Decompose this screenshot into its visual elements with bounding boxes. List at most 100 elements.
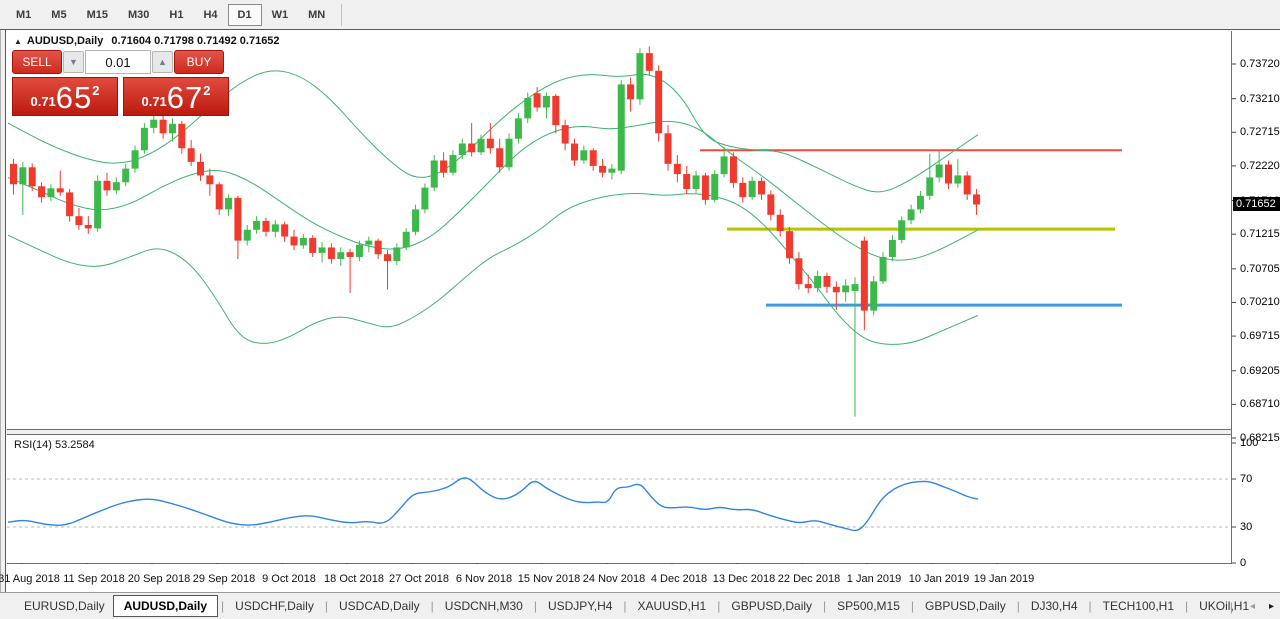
time-axis-label: 6 Nov 2018 <box>455 573 513 585</box>
candle-body <box>804 284 812 289</box>
candle-body <box>814 275 822 289</box>
candle-body <box>608 168 616 173</box>
candle-body <box>271 224 279 232</box>
sell-button[interactable]: SELL <box>12 50 62 74</box>
current-price-tag: 0.71652 <box>1233 197 1280 212</box>
tab-scroll-left-icon[interactable]: ◂ <box>1250 601 1255 612</box>
tab-scroll-right-icon[interactable]: ▸ <box>1269 601 1274 612</box>
timeframe-H1[interactable]: H1 <box>159 4 193 26</box>
timeframe-W1[interactable]: W1 <box>262 4 299 26</box>
candle-body <box>197 161 204 176</box>
candle-body <box>47 188 55 198</box>
candle-body <box>842 285 850 293</box>
chart-tab-AUDUSD-Daily[interactable]: AUDUSD,Daily <box>112 595 219 617</box>
timeframe-M1[interactable]: M1 <box>6 4 41 26</box>
chart-tab-USDCAD-Daily[interactable]: USDCAD,Daily <box>331 595 428 617</box>
chart-tab-USDJPY-H4[interactable]: USDJPY,H4 <box>540 595 620 617</box>
candle-body <box>309 237 317 253</box>
tab-separator: | <box>533 599 537 613</box>
time-axis-label: 10 Jan 2019 <box>908 573 970 585</box>
chart-tab-USDCHF-Daily[interactable]: USDCHF,Daily <box>227 595 322 617</box>
timeframe-MN[interactable]: MN <box>298 4 335 26</box>
candle-body <box>767 194 775 215</box>
collapse-panel-icon[interactable]: ▲ <box>14 37 22 46</box>
candle-body <box>580 150 588 161</box>
candle-body <box>290 236 298 246</box>
candle-body <box>524 97 532 119</box>
candle-body <box>963 175 971 195</box>
lot-size-input[interactable] <box>85 50 151 74</box>
candle-body <box>440 160 448 173</box>
buy-price-box[interactable]: 0.71 67 2 <box>123 77 229 116</box>
candle-body <box>430 160 438 188</box>
candle-body <box>131 150 139 169</box>
price-axis-label: 0.69205 <box>1240 364 1280 377</box>
price-axis-label: 0.68710 <box>1240 398 1280 411</box>
candle-body <box>636 53 644 100</box>
candle-body <box>786 231 794 259</box>
candle-body <box>187 148 195 162</box>
candle-body <box>28 167 36 187</box>
candle-body <box>599 165 607 173</box>
tab-separator: | <box>1229 599 1233 614</box>
candle-body <box>673 163 681 175</box>
candle-body <box>664 133 672 164</box>
lot-decrease-button[interactable]: ▼ <box>63 51 84 73</box>
candle-body <box>318 247 326 253</box>
rsi-scale-label: 100 <box>1240 437 1259 449</box>
candle-body <box>720 156 728 175</box>
candle-body <box>215 184 223 210</box>
buy-price-big-digits: 67 <box>166 80 204 115</box>
candle-body <box>374 240 382 255</box>
candle-body <box>589 150 597 166</box>
candle-body <box>412 209 420 232</box>
tab-separator: | <box>823 599 827 613</box>
candle-body <box>739 182 747 198</box>
chart-tab-GBPUSD-Daily[interactable]: GBPUSD,Daily <box>723 595 820 617</box>
rsi-scale-label: 70 <box>1240 473 1253 485</box>
candle-body <box>645 53 653 71</box>
sell-price-box[interactable]: 0.71 65 2 <box>12 77 118 116</box>
buy-price-prefix: 0.71 <box>141 94 167 109</box>
chart-tab-GBPUSD-Daily[interactable]: GBPUSD,Daily <box>917 595 1014 617</box>
candle-body <box>692 175 700 190</box>
candle-body <box>916 195 924 210</box>
candle-body <box>486 138 494 149</box>
candle-body <box>225 197 233 210</box>
candle-body <box>823 275 831 287</box>
time-axis-label: 18 Oct 2018 <box>324 573 384 585</box>
candle-body <box>468 143 476 153</box>
candle-body <box>729 156 737 183</box>
candle-body <box>281 224 289 237</box>
chart-tab-TECH100-H1[interactable]: TECH100,H1 <box>1095 595 1182 617</box>
price-axis-label: 0.71215 <box>1240 228 1280 241</box>
candle-body <box>75 216 83 226</box>
candle-body <box>860 240 868 311</box>
candle-body <box>19 167 27 185</box>
candle-body <box>84 225 92 229</box>
timeframe-D1[interactable]: D1 <box>227 3 262 26</box>
candle-body <box>299 237 307 246</box>
tab-separator: | <box>623 599 627 613</box>
chart-tab-XAUUSD-H1[interactable]: XAUUSD,H1 <box>630 595 715 617</box>
candle-body <box>973 194 981 205</box>
candle-body <box>776 214 784 232</box>
lot-increase-button[interactable]: ▲ <box>152 51 173 73</box>
chart-tab-DJ30-H4[interactable]: DJ30,H4 <box>1023 595 1086 617</box>
candle-body <box>879 256 887 282</box>
candle-body <box>701 175 709 200</box>
candle-body <box>888 239 896 257</box>
candle-body <box>56 188 64 193</box>
timeframe-M30[interactable]: M30 <box>118 4 159 26</box>
chart-title: ▲ AUDUSD,Daily 0.71604 0.71798 0.71492 0.7… <box>14 35 280 47</box>
chart-tab-EURUSD-Daily[interactable]: EURUSD,Daily <box>16 595 113 617</box>
candle-body <box>748 180 756 198</box>
chart-tab-SP500-M15[interactable]: SP500,M15 <box>829 595 908 617</box>
chart-tab-USDCNH-M30[interactable]: USDCNH,M30 <box>437 595 531 617</box>
time-axis-label: 31 Aug 2018 <box>0 573 60 585</box>
timeframe-H4[interactable]: H4 <box>193 4 227 26</box>
timeframe-M5[interactable]: M5 <box>41 4 76 26</box>
buy-button[interactable]: BUY <box>174 50 224 74</box>
time-axis-label: 27 Oct 2018 <box>389 573 449 585</box>
timeframe-M15[interactable]: M15 <box>77 4 118 26</box>
